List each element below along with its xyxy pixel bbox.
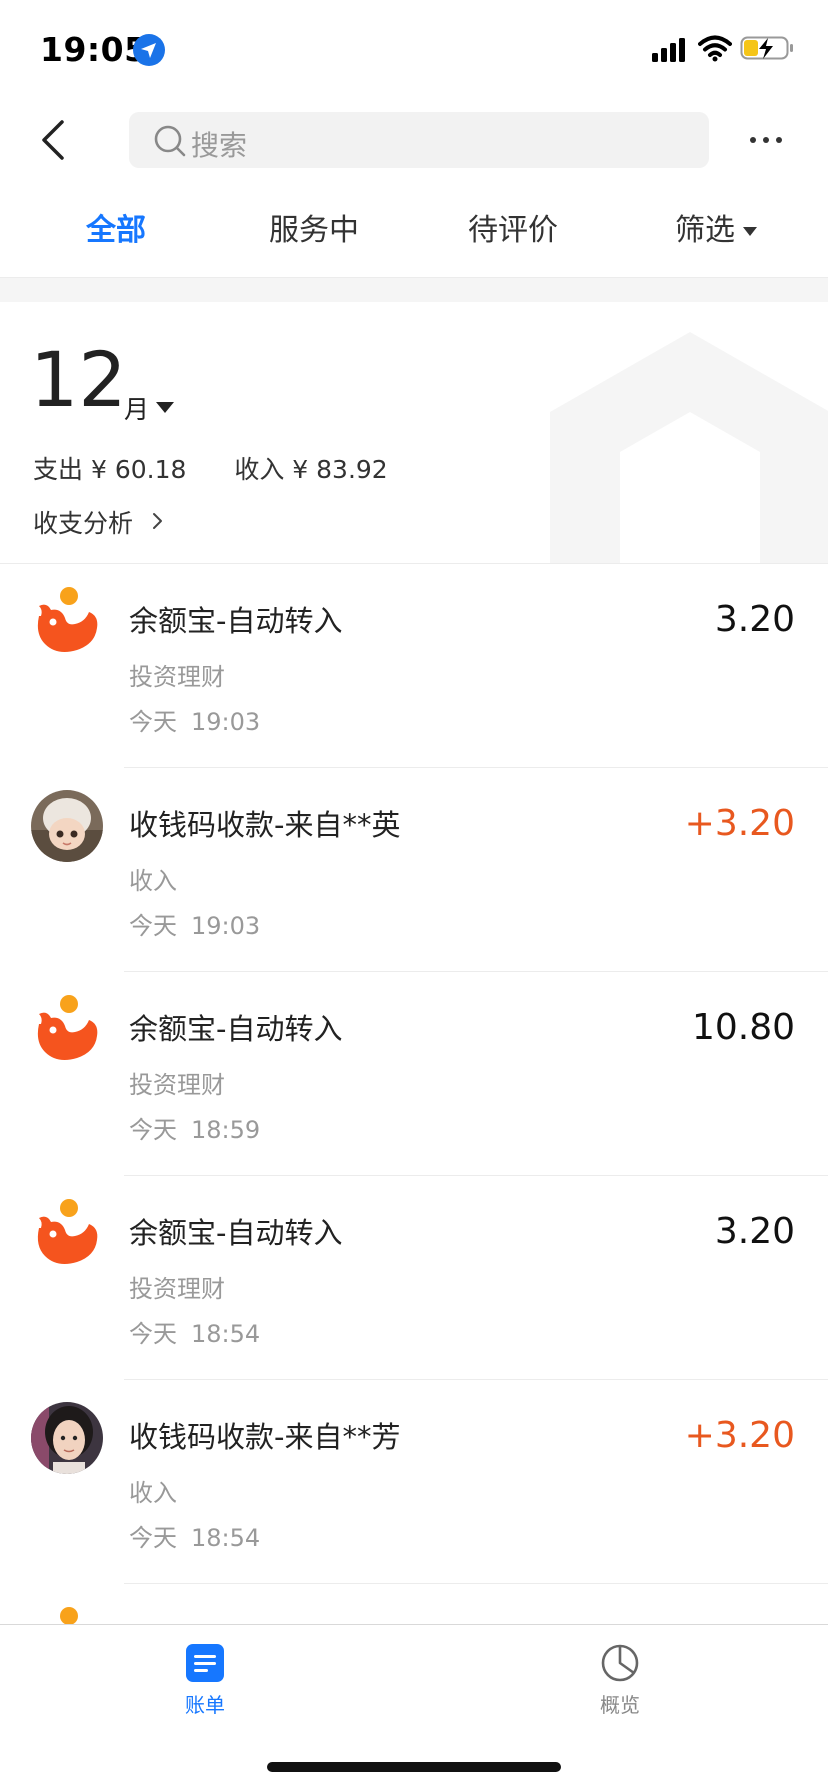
transaction-category: 投资理财 xyxy=(129,663,225,691)
more-icon[interactable] xyxy=(748,128,784,152)
transaction-clock: 19:03 xyxy=(191,912,261,940)
search-input[interactable]: 搜索 xyxy=(129,112,709,168)
transaction-row[interactable]: 余额宝-自动转入 投资理财 今天 19:03 3.20 xyxy=(0,564,828,768)
transaction-row[interactable]: 收钱码收款-来自**英 收入 今天 19:03 +3.20 xyxy=(0,768,828,972)
transaction-day: 今天 xyxy=(129,1524,177,1552)
transaction-row-partial[interactable] xyxy=(0,1584,828,1624)
transaction-row[interactable]: 余额宝-自动转入 投资理财 今天 18:59 10.80 xyxy=(0,972,828,1176)
transaction-amount: 3.20 xyxy=(714,1211,795,1252)
filter-tabs: 全部 服务中 待评价 筛选 xyxy=(0,205,828,261)
transaction-time: 今天 18:54 xyxy=(129,1518,260,1553)
section-divider xyxy=(0,277,828,302)
month-summary: 12 月 支出 ¥ 60.18 收入 ¥ 83.92 收支分析 xyxy=(0,302,828,564)
transaction-day: 今天 xyxy=(129,1116,177,1144)
transaction-category: 投资理财 xyxy=(129,1275,225,1303)
caret-down-icon xyxy=(743,227,757,236)
bill-icon xyxy=(186,1644,224,1682)
month-totals: 支出 ¥ 60.18 收入 ¥ 83.92 xyxy=(33,450,388,486)
tabbar-overview[interactable]: 概览 xyxy=(560,1643,680,1723)
wifi-icon xyxy=(698,35,732,62)
tabbar-bill-label: 账单 xyxy=(185,1693,225,1717)
transaction-clock: 18:54 xyxy=(191,1320,261,1348)
transaction-day: 今天 xyxy=(129,708,177,736)
home-indicator[interactable] xyxy=(267,1762,561,1772)
status-bar: 19:05 xyxy=(0,0,828,96)
transaction-clock: 18:59 xyxy=(191,1116,261,1144)
transaction-title: 收钱码收款-来自**英 xyxy=(129,808,401,842)
transaction-list: 余额宝-自动转入 投资理财 今天 19:03 3.20 收钱码收款-来自**英 收… xyxy=(0,564,828,1624)
transaction-category: 收入 xyxy=(129,867,177,895)
transaction-title: 余额宝-自动转入 xyxy=(129,1216,343,1250)
transaction-amount: 10.80 xyxy=(691,1007,795,1048)
avatar-woman xyxy=(31,1402,103,1474)
yuebao-icon xyxy=(37,587,98,652)
transaction-row[interactable]: 余额宝-自动转入 投资理财 今天 18:54 3.20 xyxy=(0,1176,828,1380)
expense-value: ¥ 60.18 xyxy=(90,455,187,484)
transaction-day: 今天 xyxy=(129,1320,177,1348)
avatar-doll xyxy=(31,790,103,862)
signal-icon xyxy=(652,38,685,62)
transaction-title: 收钱码收款-来自**芳 xyxy=(129,1420,401,1454)
income-expense-analysis-link[interactable]: 收支分析 xyxy=(33,504,133,540)
transaction-time: 今天 19:03 xyxy=(129,702,260,737)
month-number[interactable]: 12 xyxy=(30,342,127,418)
chevron-right-icon[interactable] xyxy=(152,512,164,530)
back-arrow-icon[interactable] xyxy=(36,118,68,162)
transaction-amount: +3.20 xyxy=(684,803,795,844)
tabbar-bill[interactable]: 账单 xyxy=(145,1643,265,1723)
transaction-time: 今天 18:59 xyxy=(129,1110,260,1145)
yuebao-icon xyxy=(60,1607,78,1624)
transaction-amount: 3.20 xyxy=(714,599,795,640)
location-arrow-icon xyxy=(133,34,165,66)
transaction-title: 余额宝-自动转入 xyxy=(129,1012,343,1046)
tab-all[interactable]: 全部 xyxy=(86,205,146,249)
transaction-title: 余额宝-自动转入 xyxy=(129,604,343,638)
transaction-time: 今天 19:03 xyxy=(129,906,260,941)
transaction-day: 今天 xyxy=(129,912,177,940)
income-label: 收入 xyxy=(234,455,285,484)
month-caret-down-icon[interactable] xyxy=(156,402,174,413)
tab-filter-label: 筛选 xyxy=(675,213,735,248)
transaction-category: 投资理财 xyxy=(129,1071,225,1099)
tab-pending-review[interactable]: 待评价 xyxy=(468,205,558,249)
expense-label: 支出 xyxy=(33,455,84,484)
yuebao-icon xyxy=(37,995,98,1060)
search-icon xyxy=(154,125,186,157)
tab-in-service[interactable]: 服务中 xyxy=(269,205,359,249)
transaction-amount: +3.20 xyxy=(684,1415,795,1456)
pie-chart-icon xyxy=(601,1644,639,1682)
transaction-clock: 18:54 xyxy=(191,1524,261,1552)
yuebao-icon xyxy=(37,1199,98,1264)
month-unit[interactable]: 月 xyxy=(124,390,149,426)
hexagon-watermark-icon xyxy=(550,332,828,563)
transaction-category: 收入 xyxy=(129,1479,177,1507)
tabbar-overview-label: 概览 xyxy=(600,1693,640,1717)
battery-charging-icon xyxy=(740,36,793,60)
transaction-clock: 19:03 xyxy=(191,708,261,736)
income-value: ¥ 83.92 xyxy=(292,455,388,484)
tab-filter[interactable]: 筛选 xyxy=(675,205,757,249)
search-placeholder: 搜索 xyxy=(191,129,248,162)
transaction-row[interactable]: 收钱码收款-来自**芳 收入 今天 18:54 +3.20 xyxy=(0,1380,828,1584)
transaction-time: 今天 18:54 xyxy=(129,1314,260,1349)
